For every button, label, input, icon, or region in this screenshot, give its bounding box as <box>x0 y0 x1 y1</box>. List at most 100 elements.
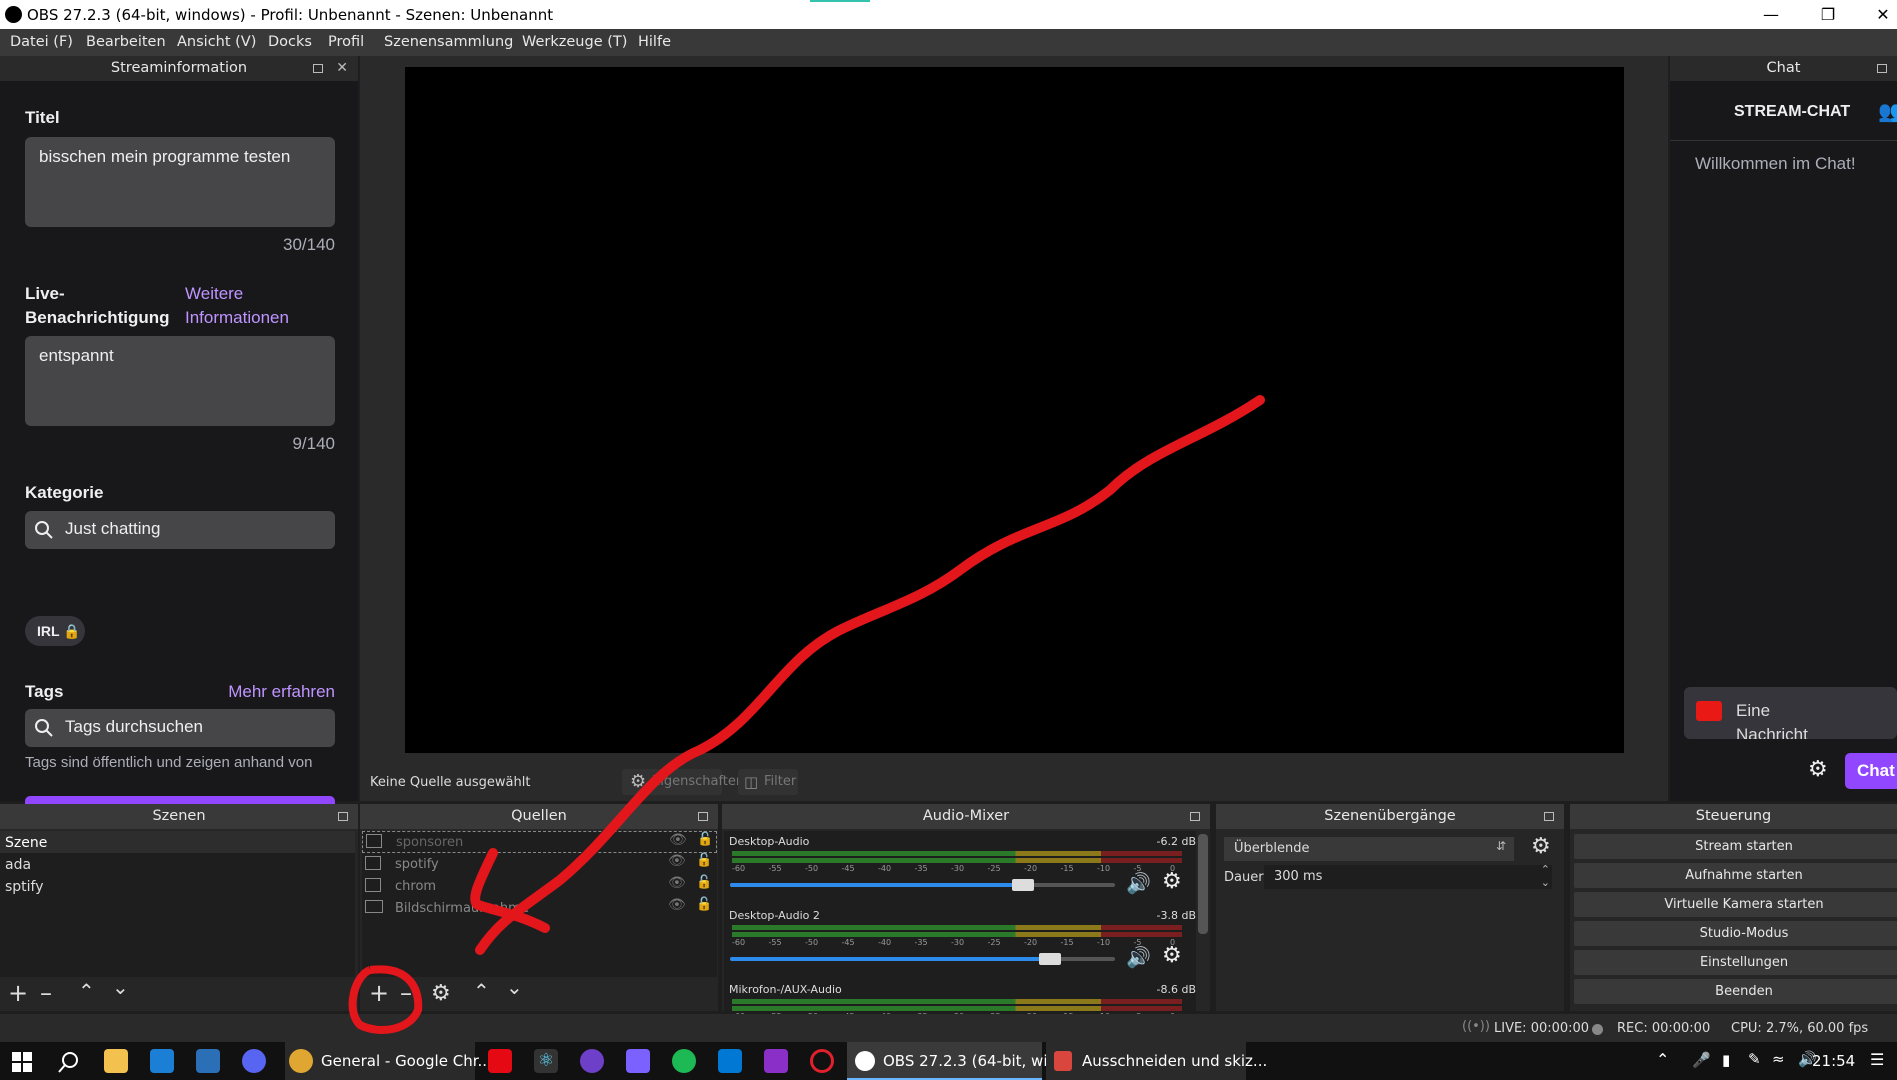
file-explorer-icon[interactable] <box>104 1049 128 1073</box>
scene-item[interactable]: ada <box>0 853 355 875</box>
move-up-icon[interactable]: ⌃ <box>78 979 95 1003</box>
virtual-camera-button[interactable]: Virtuelle Kamera starten <box>1574 892 1897 917</box>
source-item[interactable]: sponsoren 👁 🔓 <box>362 831 717 853</box>
wifi-icon[interactable]: ≈ <box>1772 1050 1785 1068</box>
gear-icon[interactable]: ⚙ <box>1162 943 1182 968</box>
jetbrains-icon[interactable] <box>764 1049 788 1073</box>
tags-search-input[interactable]: Tags durchsuchen <box>25 709 335 747</box>
netflix-icon[interactable] <box>488 1049 512 1073</box>
lock-icon[interactable]: 🔓 <box>696 853 712 868</box>
maximize-icon[interactable]: ❐ <box>1805 2 1851 28</box>
menu-hilfe[interactable]: Hilfe <box>638 34 671 50</box>
visibility-icon[interactable]: 👁 <box>668 897 686 913</box>
taskbar-obs[interactable]: OBS 27.2.3 (64-bit, wi... <box>847 1042 1062 1080</box>
start-recording-button[interactable]: Aufnahme starten <box>1574 863 1897 888</box>
visibility-icon[interactable]: 👁 <box>668 853 686 869</box>
mail-icon[interactable] <box>150 1049 174 1073</box>
tag-irl[interactable]: IRL 🔒 <box>25 616 85 646</box>
discord-icon[interactable] <box>242 1049 266 1073</box>
more-info-link-2[interactable]: Informationen <box>185 308 289 328</box>
github-icon[interactable] <box>580 1049 604 1073</box>
source-item[interactable]: chrom 👁 🔓 <box>362 875 717 897</box>
notification-icon[interactable]: ☰ <box>1870 1050 1884 1069</box>
users-icon[interactable]: 👥 <box>1878 99 1897 123</box>
pen-icon[interactable]: ✎ <box>1748 1050 1761 1068</box>
add-source-icon[interactable]: + <box>369 979 389 1007</box>
game-icon[interactable] <box>626 1049 650 1073</box>
move-down-icon[interactable]: ⌄ <box>112 975 129 999</box>
menu-ansicht[interactable]: Ansicht (V) <box>177 34 256 50</box>
chevron-up-icon[interactable]: ⌃ <box>1656 1050 1669 1069</box>
move-down-icon[interactable]: ⌄ <box>506 975 523 999</box>
search-icon[interactable] <box>58 1051 80 1073</box>
volume-slider[interactable] <box>730 953 1115 965</box>
settings-button[interactable]: Einstellungen <box>1574 950 1897 975</box>
chat-settings-icon[interactable]: ⚙ <box>1808 757 1828 782</box>
preview-canvas[interactable] <box>405 67 1624 753</box>
clock[interactable]: 21:54 <box>1812 1052 1855 1070</box>
duration-input[interactable]: 300 ms ⌃ ⌄ <box>1264 863 1552 889</box>
taskbar-snip[interactable]: Ausschneiden und skiz... <box>1046 1042 1267 1080</box>
close-dock-icon[interactable]: ✕ <box>336 56 348 81</box>
undock-icon[interactable] <box>338 812 348 821</box>
studio-mode-button[interactable]: Studio-Modus <box>1574 921 1897 946</box>
speaker-icon[interactable]: 🔊 <box>1126 945 1151 969</box>
transition-gear-icon[interactable]: ⚙ <box>1531 834 1551 859</box>
speaker-icon[interactable]: 🔊 <box>1126 871 1151 895</box>
exit-button[interactable]: Beenden <box>1574 979 1897 1004</box>
scene-item[interactable]: Szene <box>0 831 355 853</box>
lock-icon[interactable]: 🔓 <box>696 875 712 890</box>
start-stream-button[interactable]: Stream starten <box>1574 834 1897 859</box>
vscode-icon[interactable] <box>718 1049 742 1073</box>
volume-handle[interactable] <box>1038 953 1061 965</box>
undock-icon[interactable] <box>1544 812 1554 821</box>
more-info-link-1[interactable]: Weitere <box>185 284 243 304</box>
chat-message-input[interactable]: Eine Nachricht <box>1684 687 1897 739</box>
app-icon[interactable] <box>196 1049 220 1073</box>
source-item[interactable]: Bildschirmaufnahme 👁 🔓 <box>362 897 717 919</box>
learn-more-link[interactable]: Mehr erfahren <box>225 682 335 702</box>
gear-icon[interactable]: ⚙ <box>1162 869 1182 894</box>
atom-icon[interactable]: ⚛ <box>534 1049 558 1073</box>
notification-input[interactable]: entspannt <box>25 336 335 426</box>
undock-icon[interactable] <box>1877 64 1887 73</box>
undock-icon[interactable] <box>698 812 708 821</box>
transition-select[interactable]: Überblende ⇵ <box>1224 837 1514 861</box>
menu-datei[interactable]: Datei (F) <box>10 34 73 50</box>
remove-scene-icon[interactable]: – <box>40 979 52 1007</box>
close-icon[interactable]: ✕ <box>1860 2 1897 28</box>
taskbar-chrome[interactable]: General - Google Chr... <box>285 1042 492 1080</box>
filter-button[interactable]: ◫ Filter <box>738 769 798 795</box>
category-input[interactable]: Just chatting <box>25 511 335 549</box>
title-input[interactable]: bisschen mein programme testen <box>25 137 335 227</box>
chat-send-button[interactable]: Chat <box>1845 753 1897 789</box>
opera-icon[interactable] <box>810 1049 834 1073</box>
menu-bearbeiten[interactable]: Bearbeiten <box>86 34 166 50</box>
lock-icon[interactable]: 🔓 <box>697 832 713 847</box>
gear-icon[interactable]: ⚙ <box>431 981 451 1006</box>
volume-handle[interactable] <box>1011 879 1034 891</box>
lock-icon[interactable]: 🔓 <box>696 897 712 912</box>
visibility-icon[interactable]: 👁 <box>668 875 686 891</box>
undock-icon[interactable] <box>313 64 323 73</box>
add-scene-icon[interactable]: + <box>8 979 28 1007</box>
menu-profil[interactable]: Profil <box>328 34 364 50</box>
menu-docks[interactable]: Docks <box>268 34 312 50</box>
menu-szenensammlung[interactable]: Szenensammlung <box>384 34 513 50</box>
scrollbar[interactable] <box>1198 834 1208 934</box>
spinner-icon[interactable]: ⌃ ⌄ <box>1541 863 1550 889</box>
windows-start-icon[interactable] <box>12 1052 32 1072</box>
visibility-icon[interactable]: 👁 <box>669 832 687 848</box>
minimize-icon[interactable]: — <box>1748 2 1794 28</box>
battery-icon[interactable]: ▮ <box>1722 1051 1730 1069</box>
menu-werkzeuge[interactable]: Werkzeuge (T) <box>522 34 627 50</box>
spotify-icon[interactable] <box>672 1049 696 1073</box>
scene-item[interactable]: sptify <box>0 875 355 897</box>
source-item[interactable]: spotify 👁 🔓 <box>362 853 717 875</box>
undock-icon[interactable] <box>1190 812 1200 821</box>
move-up-icon[interactable]: ⌃ <box>473 979 490 1003</box>
properties-button[interactable]: ⚙ Eigenschaften <box>622 769 744 795</box>
remove-source-icon[interactable]: – <box>400 979 412 1007</box>
volume-slider[interactable] <box>730 879 1115 891</box>
microphone-icon[interactable]: 🎤 <box>1692 1051 1711 1069</box>
